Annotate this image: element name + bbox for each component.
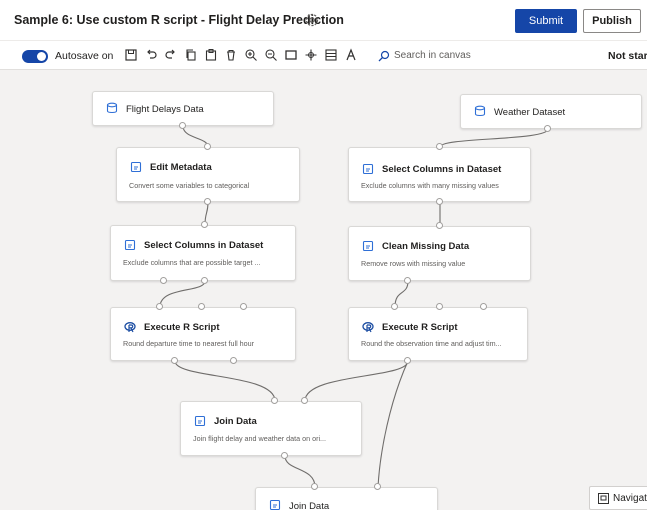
- edge-rleft-to-join1: [174, 360, 276, 402]
- pipeline-title: Sample 6: Use custom R script - Flight D…: [14, 13, 344, 27]
- module-icon: [362, 240, 374, 252]
- input-port[interactable]: [271, 397, 278, 404]
- node-join-data-1[interactable]: Join Data Join flight delay and weather …: [180, 401, 362, 456]
- input-port[interactable]: [436, 303, 443, 310]
- r-script-icon: [124, 322, 136, 333]
- edge-rright-to-join2: [377, 360, 409, 488]
- navigator-label: Navigator: [613, 493, 647, 504]
- r-script-icon: [362, 322, 374, 333]
- node-flight-delays-data[interactable]: Flight Delays Data: [92, 91, 274, 126]
- node-description: Convert some variables to categorical: [129, 181, 250, 190]
- node-execute-r-script-right[interactable]: Execute R Script Round the observation t…: [348, 307, 528, 361]
- autosave-toggle[interactable]: [22, 50, 48, 63]
- header-bar: Sample 6: Use custom R script - Flight D…: [0, 0, 647, 40]
- output-port[interactable]: [436, 198, 443, 205]
- node-title: Join Data: [289, 501, 330, 510]
- navigator-icon: [598, 493, 609, 504]
- node-title: Select Columns in Dataset: [382, 164, 502, 175]
- node-description: Join flight delay and weather data on or…: [193, 434, 327, 443]
- pipeline-canvas[interactable]: Flight Delays Data Weather Dataset Edit …: [0, 71, 647, 510]
- output-port[interactable]: [544, 125, 551, 132]
- toggle-knob: [37, 52, 46, 61]
- input-port[interactable]: [374, 483, 381, 490]
- auto-layout-icon[interactable]: [344, 48, 358, 62]
- node-execute-r-script-left[interactable]: Execute R Script Round departure time to…: [110, 307, 296, 361]
- node-select-columns-left[interactable]: Select Columns in Dataset Exclude column…: [110, 225, 296, 281]
- node-clean-missing-data[interactable]: Clean Missing Data Remove rows with miss…: [348, 226, 531, 281]
- dataset-icon: [106, 102, 118, 114]
- copy-icon[interactable]: [184, 48, 198, 62]
- save-icon[interactable]: [124, 48, 138, 62]
- input-port[interactable]: [436, 222, 443, 229]
- output-port[interactable]: [201, 277, 208, 284]
- input-port[interactable]: [201, 221, 208, 228]
- output-port[interactable]: [230, 357, 237, 364]
- output-port[interactable]: [404, 357, 411, 364]
- module-icon: [269, 499, 281, 510]
- pan-icon[interactable]: [304, 48, 318, 62]
- submit-button[interactable]: Submit: [515, 9, 577, 33]
- output-port[interactable]: [281, 452, 288, 459]
- output-port[interactable]: [404, 277, 411, 284]
- node-title: Join Data: [214, 416, 257, 427]
- input-port[interactable]: [391, 303, 398, 310]
- edge-weather-to-selectright: [439, 128, 549, 148]
- run-status: Not starte: [608, 50, 647, 62]
- output-port[interactable]: [160, 277, 167, 284]
- node-title: Execute R Script: [382, 322, 458, 333]
- node-description: Remove rows with missing value: [361, 259, 466, 268]
- canvas-search[interactable]: Search in canvas: [378, 49, 528, 65]
- output-port[interactable]: [204, 198, 211, 205]
- node-title: Select Columns in Dataset: [144, 240, 264, 251]
- module-icon: [362, 163, 374, 175]
- node-description: Exclude columns that are possible target…: [123, 258, 261, 267]
- input-port[interactable]: [204, 143, 211, 150]
- input-port[interactable]: [436, 143, 443, 150]
- autosave-label: Autosave on: [55, 50, 114, 62]
- node-weather-dataset[interactable]: Weather Dataset: [460, 94, 642, 129]
- edge-rright-to-join1: [304, 360, 409, 402]
- node-title: Flight Delays Data: [126, 104, 204, 115]
- undo-icon[interactable]: [144, 48, 158, 62]
- redo-icon[interactable]: [164, 48, 178, 62]
- input-port[interactable]: [301, 397, 308, 404]
- zoom-in-icon[interactable]: [244, 48, 258, 62]
- node-edit-metadata[interactable]: Edit Metadata Convert some variables to …: [116, 147, 300, 202]
- fit-to-screen-icon[interactable]: [284, 48, 298, 62]
- node-select-columns-right[interactable]: Select Columns in Dataset Exclude column…: [348, 147, 531, 202]
- node-title: Edit Metadata: [150, 162, 212, 173]
- input-port[interactable]: [311, 483, 318, 490]
- input-port[interactable]: [480, 303, 487, 310]
- output-port[interactable]: [171, 357, 178, 364]
- paste-icon[interactable]: [204, 48, 218, 62]
- gear-icon[interactable]: [304, 12, 320, 28]
- module-icon: [130, 161, 142, 173]
- search-input[interactable]: Search in canvas: [394, 50, 471, 61]
- node-title: Weather Dataset: [494, 107, 566, 118]
- canvas-toolbar: Autosave on Search in canvas Not starte: [0, 40, 647, 70]
- node-description: Exclude columns with many missing values: [361, 181, 499, 190]
- node-description: Round departure time to nearest full hou…: [123, 339, 255, 348]
- input-port[interactable]: [198, 303, 205, 310]
- zoom-out-icon[interactable]: [264, 48, 278, 62]
- node-description: Round the observation time and adjust ti…: [361, 339, 502, 348]
- delete-icon[interactable]: [224, 48, 238, 62]
- edge-join1-to-join2: [284, 455, 316, 488]
- input-port[interactable]: [240, 303, 247, 310]
- publish-button[interactable]: Publish: [583, 9, 641, 33]
- navigator-button[interactable]: Navigator: [589, 486, 647, 510]
- dataset-icon: [474, 105, 486, 117]
- module-icon: [194, 415, 206, 427]
- output-port[interactable]: [179, 122, 186, 129]
- layout-icon[interactable]: [324, 48, 338, 62]
- search-icon: [378, 50, 390, 62]
- node-title: Clean Missing Data: [382, 241, 470, 252]
- input-port[interactable]: [156, 303, 163, 310]
- node-title: Execute R Script: [144, 322, 220, 333]
- module-icon: [124, 239, 136, 251]
- node-join-data-2[interactable]: Join Data: [255, 487, 438, 510]
